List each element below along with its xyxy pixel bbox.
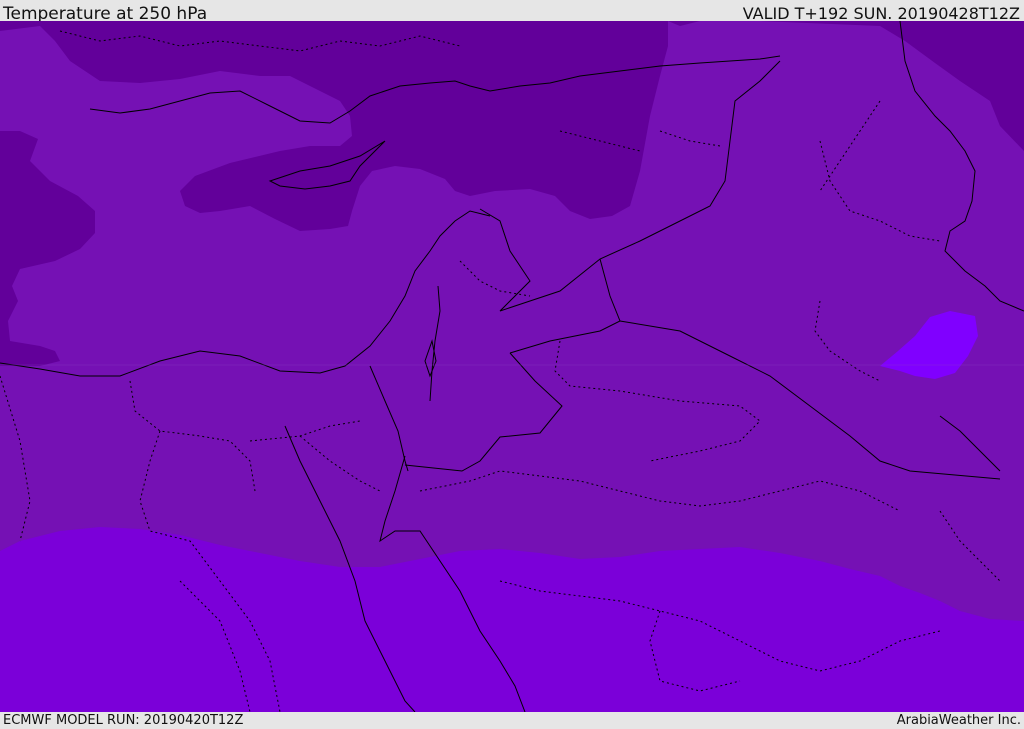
credit-label: ArabiaWeather Inc. — [896, 713, 1021, 728]
map-header: Temperature at 250 hPa VALID T+192 SUN. … — [0, 0, 1024, 24]
model-run-label: ECMWF MODEL RUN: 20190420T12Z — [3, 713, 244, 728]
temperature-map — [0, 21, 1024, 712]
map-footer: ECMWF MODEL RUN: 20190420T12Z ArabiaWeat… — [0, 712, 1024, 729]
map-canvas — [0, 21, 1024, 712]
